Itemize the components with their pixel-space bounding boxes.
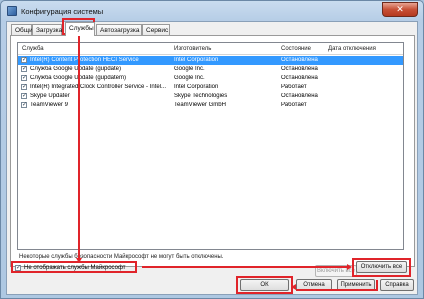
hide-ms-checkbox-box[interactable]: ✓ (15, 265, 21, 271)
service-checkbox[interactable]: ✓ (21, 93, 27, 99)
service-checkbox[interactable]: ✓ (21, 75, 27, 81)
service-state: Остановлена (281, 57, 318, 63)
service-vendor: Google Inc. (174, 66, 205, 72)
service-vendor: Skype Technologies (174, 93, 228, 99)
services-panel: Служба Изготовитель Состояние Дата отклю… (10, 35, 415, 277)
table-row[interactable]: ✓ Служба Google Update (gupdate) Google … (18, 65, 403, 74)
service-checkbox[interactable]: ✓ (21, 57, 27, 63)
close-button[interactable]: ✕ (382, 2, 418, 17)
services-list[interactable]: Служба Изготовитель Состояние Дата отклю… (17, 42, 404, 250)
service-state: Работает (281, 102, 307, 108)
service-name: TeamViewer 9 (30, 102, 68, 108)
service-name: Служба Google Update (gupdatem) (30, 75, 126, 81)
annotation-arrow-line (78, 35, 80, 259)
service-state: Остановлена (281, 93, 318, 99)
dialog-client-area: Общие Загрузка Службы Автозагрузка Серви… (6, 21, 418, 295)
tab-services[interactable]: Службы (65, 22, 95, 36)
annotation-arrowhead (347, 264, 352, 270)
table-row[interactable]: ✓ Intel(R) Integrated Clock Controller S… (18, 83, 403, 92)
service-checkbox[interactable]: ✓ (21, 66, 27, 72)
column-header-disabled-date[interactable]: Дата отключения (328, 46, 376, 52)
table-row[interactable]: ✓ Intel(R) Content Protection HECI Servi… (18, 56, 403, 65)
help-button[interactable]: Справка (380, 279, 414, 291)
hide-ms-label: Не отображать службы Майкрософт (24, 265, 126, 271)
column-header-state[interactable]: Состояние (281, 46, 311, 52)
column-header-vendor[interactable]: Изготовитель (174, 46, 211, 52)
service-checkbox[interactable]: ✓ (21, 102, 27, 108)
ok-button[interactable]: ОК (240, 279, 289, 291)
service-vendor: Google Inc. (174, 75, 205, 81)
service-state: Остановлена (281, 66, 318, 72)
disable-all-button[interactable]: Отключить все (356, 261, 407, 273)
service-state: Работает (281, 84, 307, 90)
table-row[interactable]: ✓ Skype Updater Skype Technologies Остан… (18, 92, 403, 101)
service-vendor: TeamViewer GmbH (174, 102, 226, 108)
service-vendor: Intel Corporation (174, 84, 219, 90)
annotation-arrowhead (291, 284, 296, 290)
annotation-arrow-line (142, 266, 348, 268)
msconfig-app-icon (7, 6, 17, 16)
security-services-note: Некоторые службы безопасности Майкрософт… (19, 254, 224, 260)
annotation-arrow-line (296, 289, 378, 291)
list-header: Служба Изготовитель Состояние Дата отклю… (18, 43, 403, 55)
service-checkbox[interactable]: ✓ (21, 84, 27, 90)
service-name: Skype Updater (30, 93, 70, 99)
annotation-arrowhead (76, 258, 82, 263)
service-vendor: Intel Corporation (174, 57, 219, 63)
service-name: Intel(R) Content Protection HECI Service (30, 57, 139, 63)
system-config-window: Конфигурация системы ✕ Общие Загрузка Сл… (0, 0, 424, 299)
service-name: Intel(R) Integrated Clock Controller Ser… (30, 84, 167, 90)
column-header-service[interactable]: Служба (22, 46, 44, 52)
service-state: Остановлена (281, 75, 318, 81)
service-name: Служба Google Update (gupdate) (30, 66, 121, 72)
hide-microsoft-services-checkbox[interactable]: ✓ Не отображать службы Майкрософт (11, 261, 137, 273)
window-title: Конфигурация системы (21, 7, 104, 16)
table-row[interactable]: ✓ Служба Google Update (gupdatem) Google… (18, 74, 403, 83)
table-row[interactable]: ✓ TeamViewer 9 TeamViewer GmbH Работает (18, 101, 403, 110)
